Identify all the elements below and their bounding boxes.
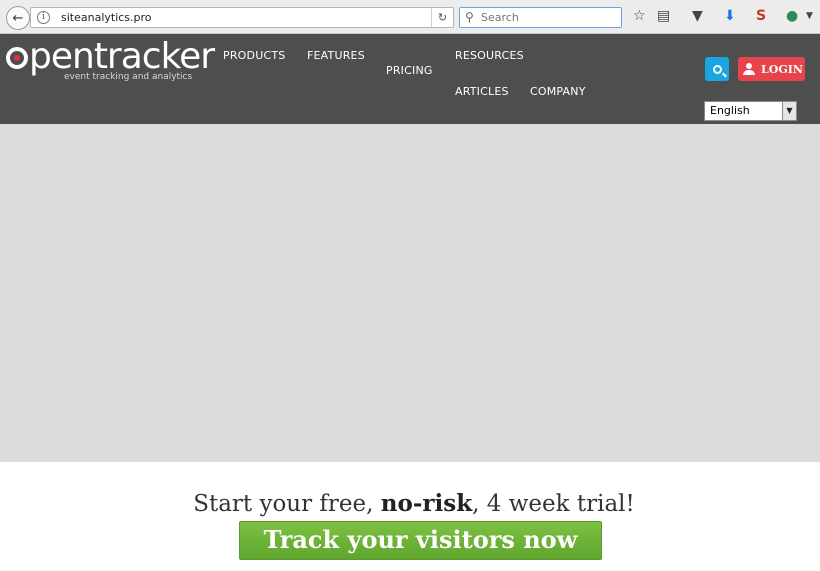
trial-emphasis: no-risk [380, 490, 473, 517]
info-icon[interactable]: i [37, 11, 50, 24]
browser-toolbar: ← i siteanalytics.pro ↻ ⚲ ☆ ▤ ▼ ⬇ S ● ▼ [0, 0, 820, 34]
site-header: pentracker event tracking and analytics … [0, 34, 820, 124]
opentracker-logo[interactable]: pentracker event tracking and analytics [6, 36, 215, 82]
nav-resources[interactable]: RESOURCES [455, 49, 524, 62]
logo-o-icon [6, 47, 28, 69]
search-icon: ⚲ [465, 10, 474, 24]
browser-search-input[interactable] [481, 10, 611, 25]
menu-dropdown-icon[interactable]: ▼ [806, 11, 813, 21]
address-bar[interactable]: i siteanalytics.pro ↻ [30, 7, 454, 28]
nav-pricing[interactable]: PRICING [386, 64, 433, 77]
download-icon[interactable]: ⬇ [724, 8, 736, 24]
trial-headline: Start your free, no-risk, 4 week trial! [193, 490, 635, 517]
search-icon [712, 64, 722, 74]
language-select[interactable]: English ▼ [704, 101, 797, 121]
chevron-down-icon: ▼ [782, 102, 796, 120]
nav-company[interactable]: COMPANY [530, 85, 586, 98]
extension-globe-icon[interactable]: ● [786, 8, 798, 24]
back-arrow-icon: ← [12, 10, 24, 26]
user-icon [743, 63, 755, 75]
bookmark-star-icon[interactable]: ☆ [633, 8, 646, 24]
nav-articles[interactable]: ARTICLES [455, 85, 509, 98]
nav-features[interactable]: FEATURES [307, 49, 365, 62]
track-visitors-button[interactable]: Track your visitors now [239, 521, 602, 560]
logo-tagline: event tracking and analytics [64, 72, 193, 82]
hero-placeholder [0, 124, 820, 462]
nav-products[interactable]: PRODUCTS [223, 49, 285, 62]
extension-s-icon[interactable]: S [756, 8, 766, 24]
url-text: siteanalytics.pro [61, 11, 152, 24]
reload-icon[interactable]: ↻ [431, 8, 453, 27]
site-search-button[interactable] [705, 57, 729, 81]
logo-wordmark: pentracker [6, 36, 215, 77]
back-button[interactable]: ← [6, 6, 30, 30]
pocket-icon[interactable]: ▼ [692, 8, 703, 24]
reading-list-icon[interactable]: ▤ [657, 8, 670, 24]
language-selected: English [710, 104, 750, 117]
login-label: LOGIN [761, 62, 803, 76]
login-button[interactable]: LOGIN [738, 57, 805, 81]
browser-search-box[interactable]: ⚲ [459, 7, 622, 28]
